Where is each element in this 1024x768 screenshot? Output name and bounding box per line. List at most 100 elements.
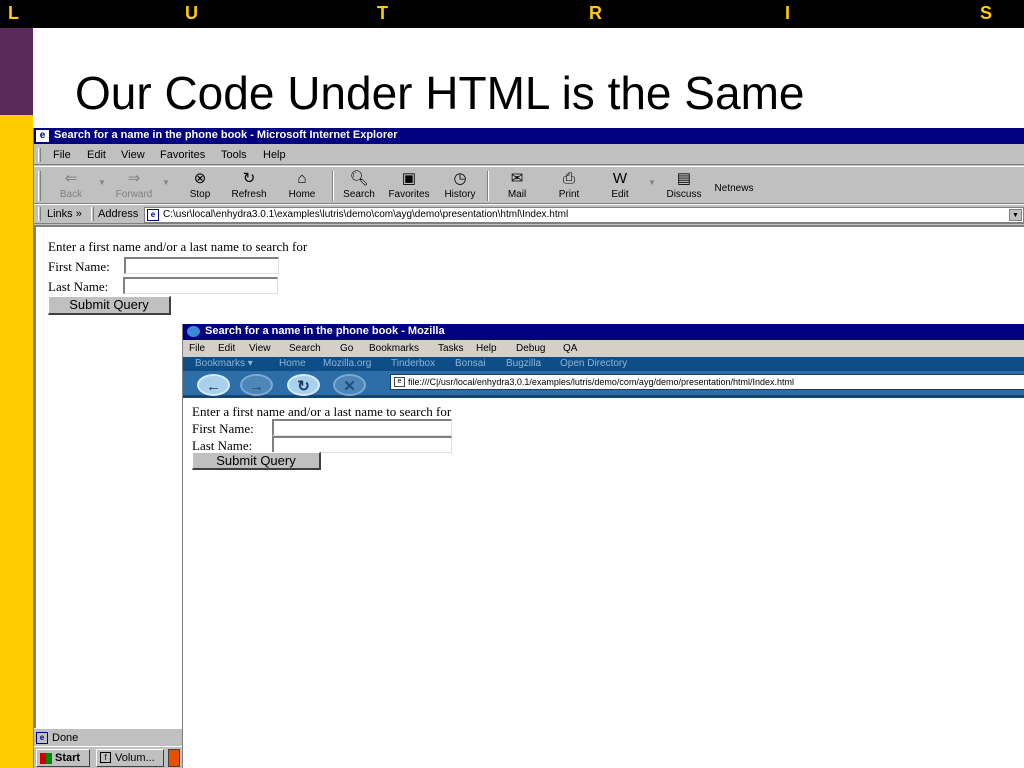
back-dropdown-icon[interactable]: ▼ <box>98 178 106 187</box>
bookmark-mozilla-org-link[interactable]: Mozilla.org <box>323 358 371 369</box>
stop-icon: ✕ <box>343 378 356 395</box>
discuss-label: Discuss <box>666 189 702 200</box>
forward-arrow-icon: → <box>249 378 264 395</box>
home-button[interactable]: ⌂ Home <box>277 169 327 203</box>
address-text: C:\usr\local\enhydra3.0.1\examples\lutri… <box>163 209 569 220</box>
ie-address-bar: Links » Address e C:\usr\local\enhydra3.… <box>34 204 1024 224</box>
address-field[interactable]: e C:\usr\local\enhydra3.0.1\examples\lut… <box>144 207 1024 223</box>
status-text: Done <box>52 732 79 744</box>
stop-icon: ⊗ <box>193 170 207 187</box>
address-dropdown-icon[interactable]: ▼ <box>1009 209 1022 221</box>
forward-label: Forward <box>115 189 153 200</box>
moz-menu-help[interactable]: Help <box>476 343 497 354</box>
edit-dropdown-icon[interactable]: ▼ <box>648 178 656 187</box>
menu-file[interactable]: File <box>53 149 71 161</box>
slide-title: Our Code Under HTML is the Same <box>75 67 805 119</box>
header-letter: S <box>980 3 993 23</box>
toolbar-grip-icon[interactable] <box>38 171 41 201</box>
moz-menu-tasks[interactable]: Tasks <box>438 343 464 354</box>
edit-label: Edit <box>611 189 629 200</box>
refresh-button[interactable]: ↻ Refresh <box>224 169 274 203</box>
moz-forward-button[interactable]: → <box>240 374 273 396</box>
menu-view[interactable]: View <box>121 149 145 161</box>
moz-menu-edit[interactable]: Edit <box>218 343 235 354</box>
mail-button[interactable]: ✉ Mail <box>492 169 542 203</box>
stop-button[interactable]: ⊗ Stop <box>175 169 225 203</box>
ie-menu-bar: File Edit View Favorites Tools Help <box>34 145 1024 165</box>
header-letter: I <box>785 3 791 23</box>
menu-favorites[interactable]: Favorites <box>160 149 205 161</box>
moz-back-button[interactable]: ← <box>197 374 230 396</box>
ie-logo-icon: e <box>36 130 49 142</box>
last-name-label: Last Name: <box>48 279 109 294</box>
header-letter: T <box>377 3 388 23</box>
home-label: Home <box>288 189 316 200</box>
submit-query-button[interactable]: Submit Query <box>192 452 321 470</box>
last-name-input[interactable] <box>272 436 452 453</box>
menu-tools[interactable]: Tools <box>221 149 247 161</box>
print-button[interactable]: ⎙ Print <box>544 169 594 203</box>
ie-status-bar: e Done <box>34 728 182 745</box>
taskbar-app-icon[interactable] <box>168 749 180 767</box>
header-letter: R <box>589 3 602 23</box>
moz-reload-button[interactable]: ↻ <box>287 374 320 396</box>
search-button[interactable]: 🔍︎ Search <box>334 169 384 203</box>
moz-url-bar[interactable]: e file:///C|/usr/local/enhydra3.0.1/exam… <box>390 374 1024 390</box>
first-name-input[interactable] <box>124 257 279 274</box>
edit-button[interactable]: W Edit <box>595 169 645 203</box>
submit-query-button[interactable]: Submit Query <box>48 296 171 315</box>
forward-dropdown-icon[interactable]: ▼ <box>162 178 170 187</box>
moz-menu-view[interactable]: View <box>249 343 271 354</box>
bookmark-open-directory-link[interactable]: Open Directory <box>560 358 627 369</box>
history-button[interactable]: ◷ History <box>435 169 485 203</box>
moz-menu-search[interactable]: Search <box>289 343 321 354</box>
start-button[interactable]: Start <box>36 749 90 767</box>
back-button[interactable]: ⇐ Back <box>46 169 96 203</box>
bookmark-bugzilla-link[interactable]: Bugzilla <box>506 358 541 369</box>
menu-edit[interactable]: Edit <box>87 149 106 161</box>
mozilla-page-content: Enter a first name and/or a last name to… <box>183 401 1024 768</box>
menu-help[interactable]: Help <box>263 149 286 161</box>
refresh-icon: ↻ <box>242 170 256 187</box>
moz-stop-button[interactable]: ✕ <box>333 374 366 396</box>
moz-menu-qa[interactable]: QA <box>563 343 577 354</box>
header-letter: U <box>185 3 198 23</box>
moz-menu-debug[interactable]: Debug <box>516 343 545 354</box>
moz-menu-go[interactable]: Go <box>340 343 353 354</box>
bookmark-home-link[interactable]: Home <box>279 358 306 369</box>
first-name-input[interactable] <box>272 419 452 436</box>
forward-button[interactable]: ⇒ Forward <box>109 169 159 203</box>
back-arrow-icon: ⇐ <box>64 170 78 187</box>
last-name-input[interactable] <box>123 277 278 294</box>
toolbar-grip-icon[interactable] <box>38 207 41 221</box>
bookmark-bonsai-link[interactable]: Bonsai <box>455 358 486 369</box>
links-button[interactable]: Links » <box>47 208 82 220</box>
bookmark-tinderbox-link[interactable]: Tinderbox <box>391 358 435 369</box>
moz-menu-bookmarks[interactable]: Bookmarks <box>369 343 419 354</box>
slide-header-bar: L U T R I S <box>0 0 1024 28</box>
search-prompt: Enter a first name and/or a last name to… <box>192 404 452 419</box>
refresh-label: Refresh <box>231 189 267 200</box>
discuss-button[interactable]: ▤ Discuss <box>659 169 709 203</box>
taskbar-volume-button[interactable]: f Volum... <box>96 749 164 767</box>
favorites-button[interactable]: ▣ Favorites <box>384 169 434 203</box>
volume-icon: f <box>100 752 111 763</box>
mozilla-window: Search for a name in the phone book - Mo… <box>182 324 1024 768</box>
first-name-label: First Name: <box>192 421 254 436</box>
moz-menu-file[interactable]: File <box>189 343 205 354</box>
page-icon: e <box>147 209 159 221</box>
toolbar-grip-icon[interactable] <box>38 148 41 162</box>
toolbar-grip-icon[interactable] <box>91 207 94 221</box>
back-label: Back <box>59 189 83 200</box>
print-icon: ⎙ <box>562 170 575 187</box>
netnews-button[interactable]: Netnews <box>708 183 760 199</box>
address-label: Address <box>98 208 139 220</box>
ie-title-bar[interactable]: e Search for a name in the phone book - … <box>34 128 1024 144</box>
start-label: Start <box>55 752 81 764</box>
toolbar-separator <box>487 171 489 201</box>
favorites-label: Favorites <box>388 189 430 200</box>
header-letter: L <box>8 3 19 23</box>
page-icon: e <box>36 732 48 744</box>
mozilla-title-bar[interactable]: Search for a name in the phone book - Mo… <box>183 324 1024 340</box>
bookmarks-button[interactable]: Bookmarks ▾ <box>195 358 253 369</box>
